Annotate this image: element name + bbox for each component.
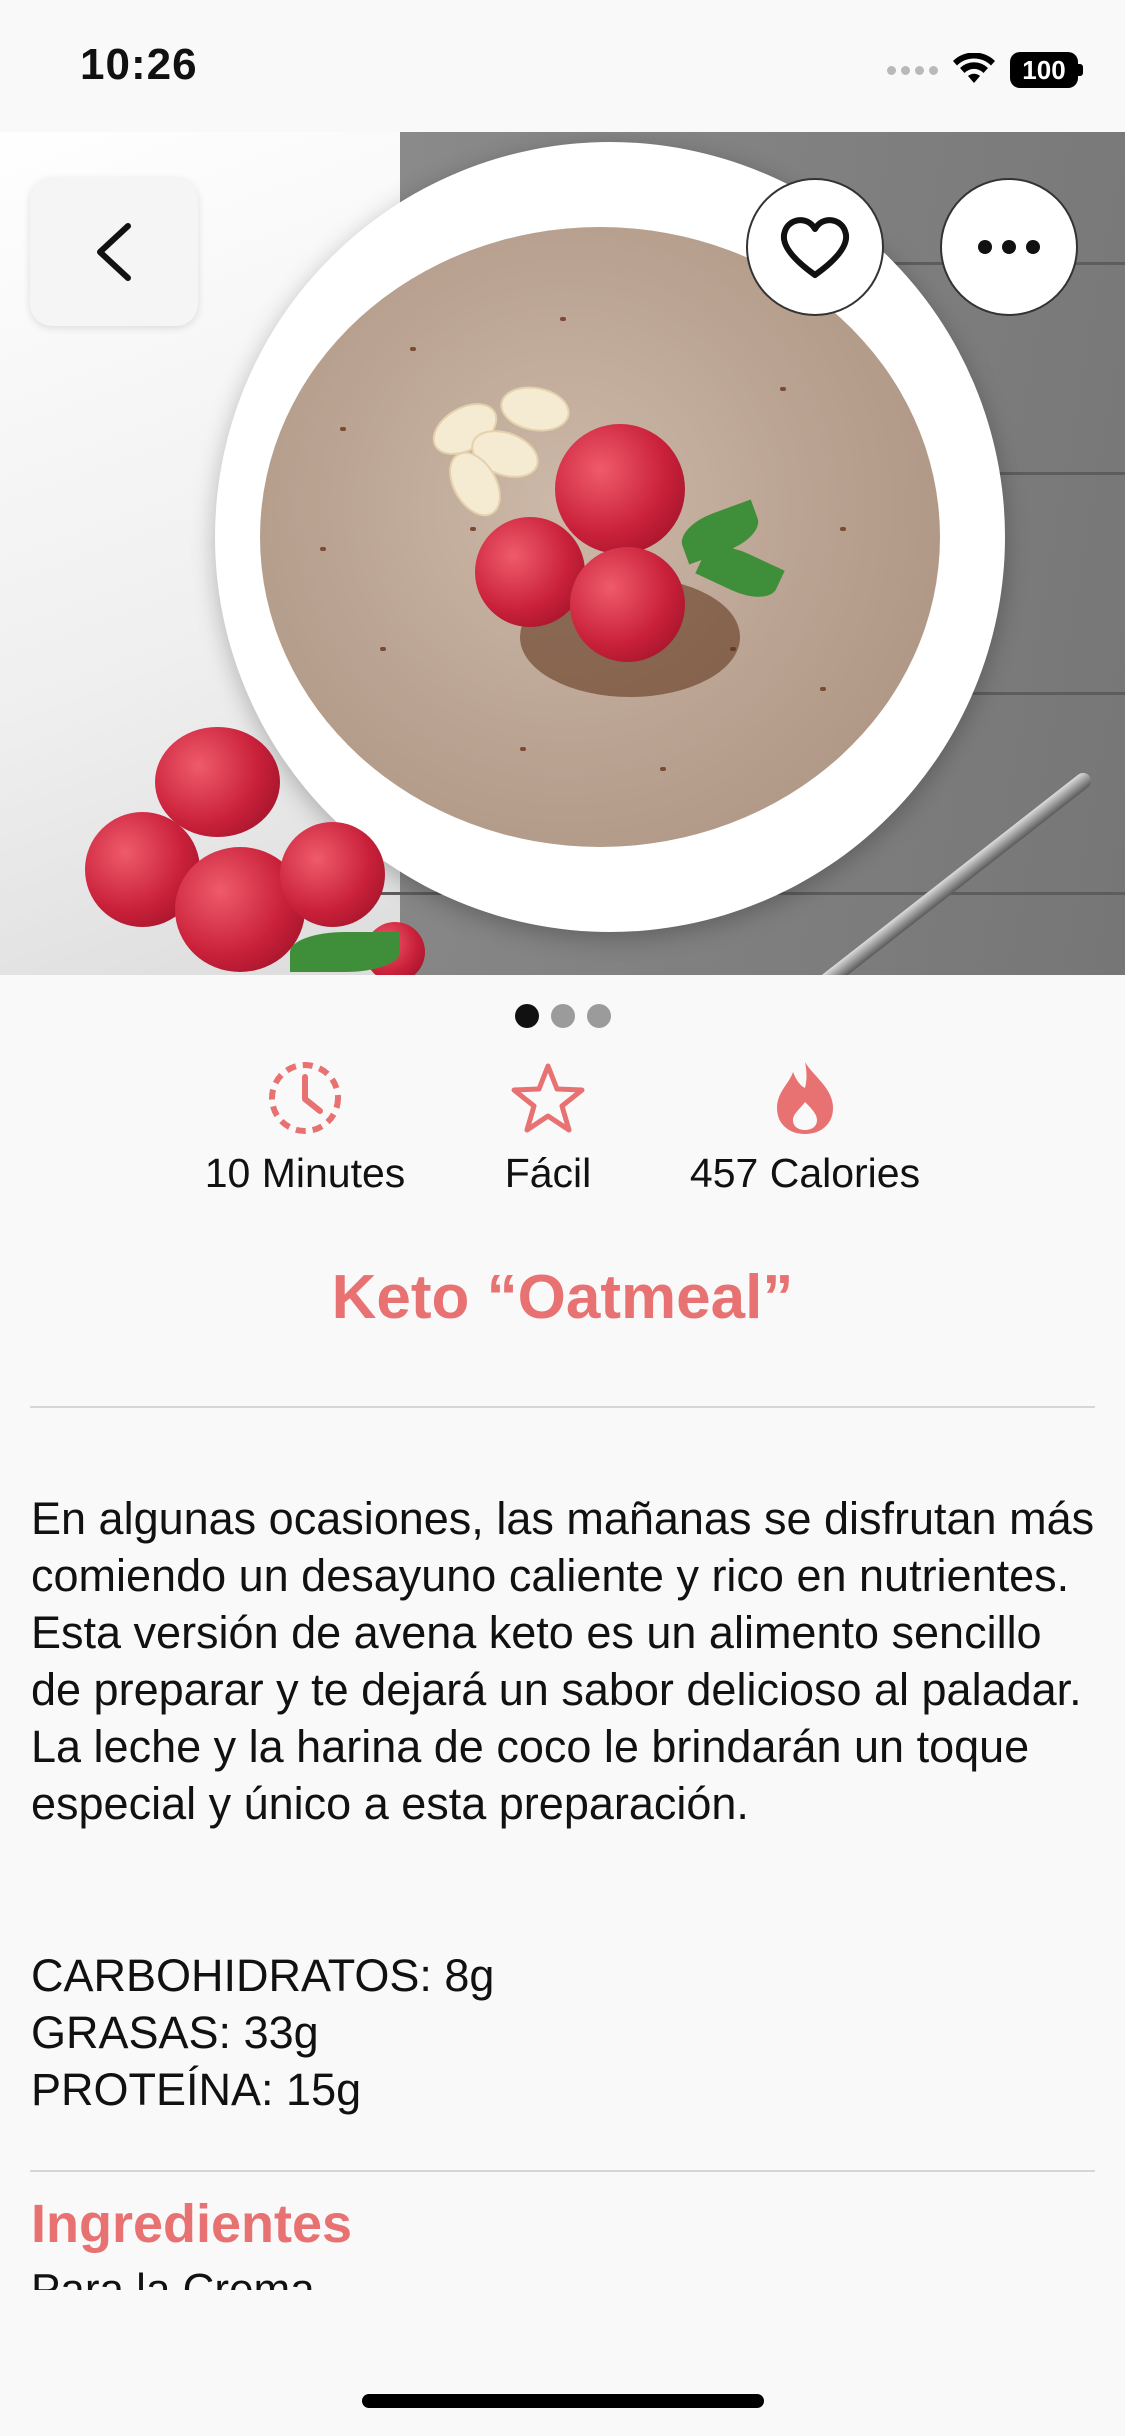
more-icon (978, 240, 1040, 254)
stat-difficulty: Fácil (468, 1058, 628, 1197)
home-indicator[interactable] (362, 2394, 764, 2408)
chevron-left-icon (97, 223, 131, 281)
status-time: 10:26 (80, 40, 198, 89)
page-dot[interactable] (514, 1004, 539, 1028)
stat-calories-label: 457 Calories (689, 1150, 921, 1196)
star-icon (508, 1058, 588, 1138)
macro-fat: GRASAS: 33g (31, 2007, 319, 2058)
macro-protein: PROTEÍNA: 15g (31, 2064, 362, 2115)
cellular-signal-icon (887, 65, 938, 75)
recipe-title: Keto “Oatmeal” (331, 1263, 794, 1332)
divider (30, 1406, 1095, 1408)
favorite-button[interactable] (746, 178, 884, 316)
wifi-icon (953, 53, 995, 83)
image-page-indicator[interactable] (0, 1004, 1125, 1028)
ingredients-subheading: Para la Crema (31, 2262, 1031, 2290)
battery-icon: 100 (1010, 52, 1083, 88)
page-dot[interactable] (586, 1004, 611, 1028)
flame-icon (765, 1058, 845, 1138)
stat-difficulty-label: Fácil (504, 1150, 592, 1196)
recipe-stats: 10 Minutes Fácil 457 Calories (0, 1058, 1125, 1208)
ingredients-heading: Ingredientes (31, 2194, 353, 2254)
stat-time-label: 10 Minutes (204, 1150, 406, 1196)
recipe-macros: CARBOHIDRATOS: 8g GRASAS: 33g PROTEÍNA: … (31, 1947, 1101, 2118)
clock-icon (265, 1058, 345, 1138)
status-icons: 100 (887, 50, 1083, 90)
battery-level: 100 (1010, 52, 1078, 88)
recipe-description: En algunas ocasiones, las mañanas se dis… (31, 1493, 1095, 1829)
stat-calories: 457 Calories (675, 1058, 935, 1197)
status-bar: 10:26 100 (0, 0, 1125, 132)
more-options-button[interactable] (940, 178, 1078, 316)
divider (30, 2170, 1095, 2172)
heart-icon (780, 217, 850, 278)
back-button[interactable] (30, 178, 198, 326)
macro-carbs: CARBOHIDRATOS: 8g (31, 1950, 495, 2001)
ingredients-subheading-text: Para la Crema (31, 2265, 315, 2290)
page-dot[interactable] (550, 1004, 575, 1028)
stat-time: 10 Minutes (195, 1058, 415, 1197)
